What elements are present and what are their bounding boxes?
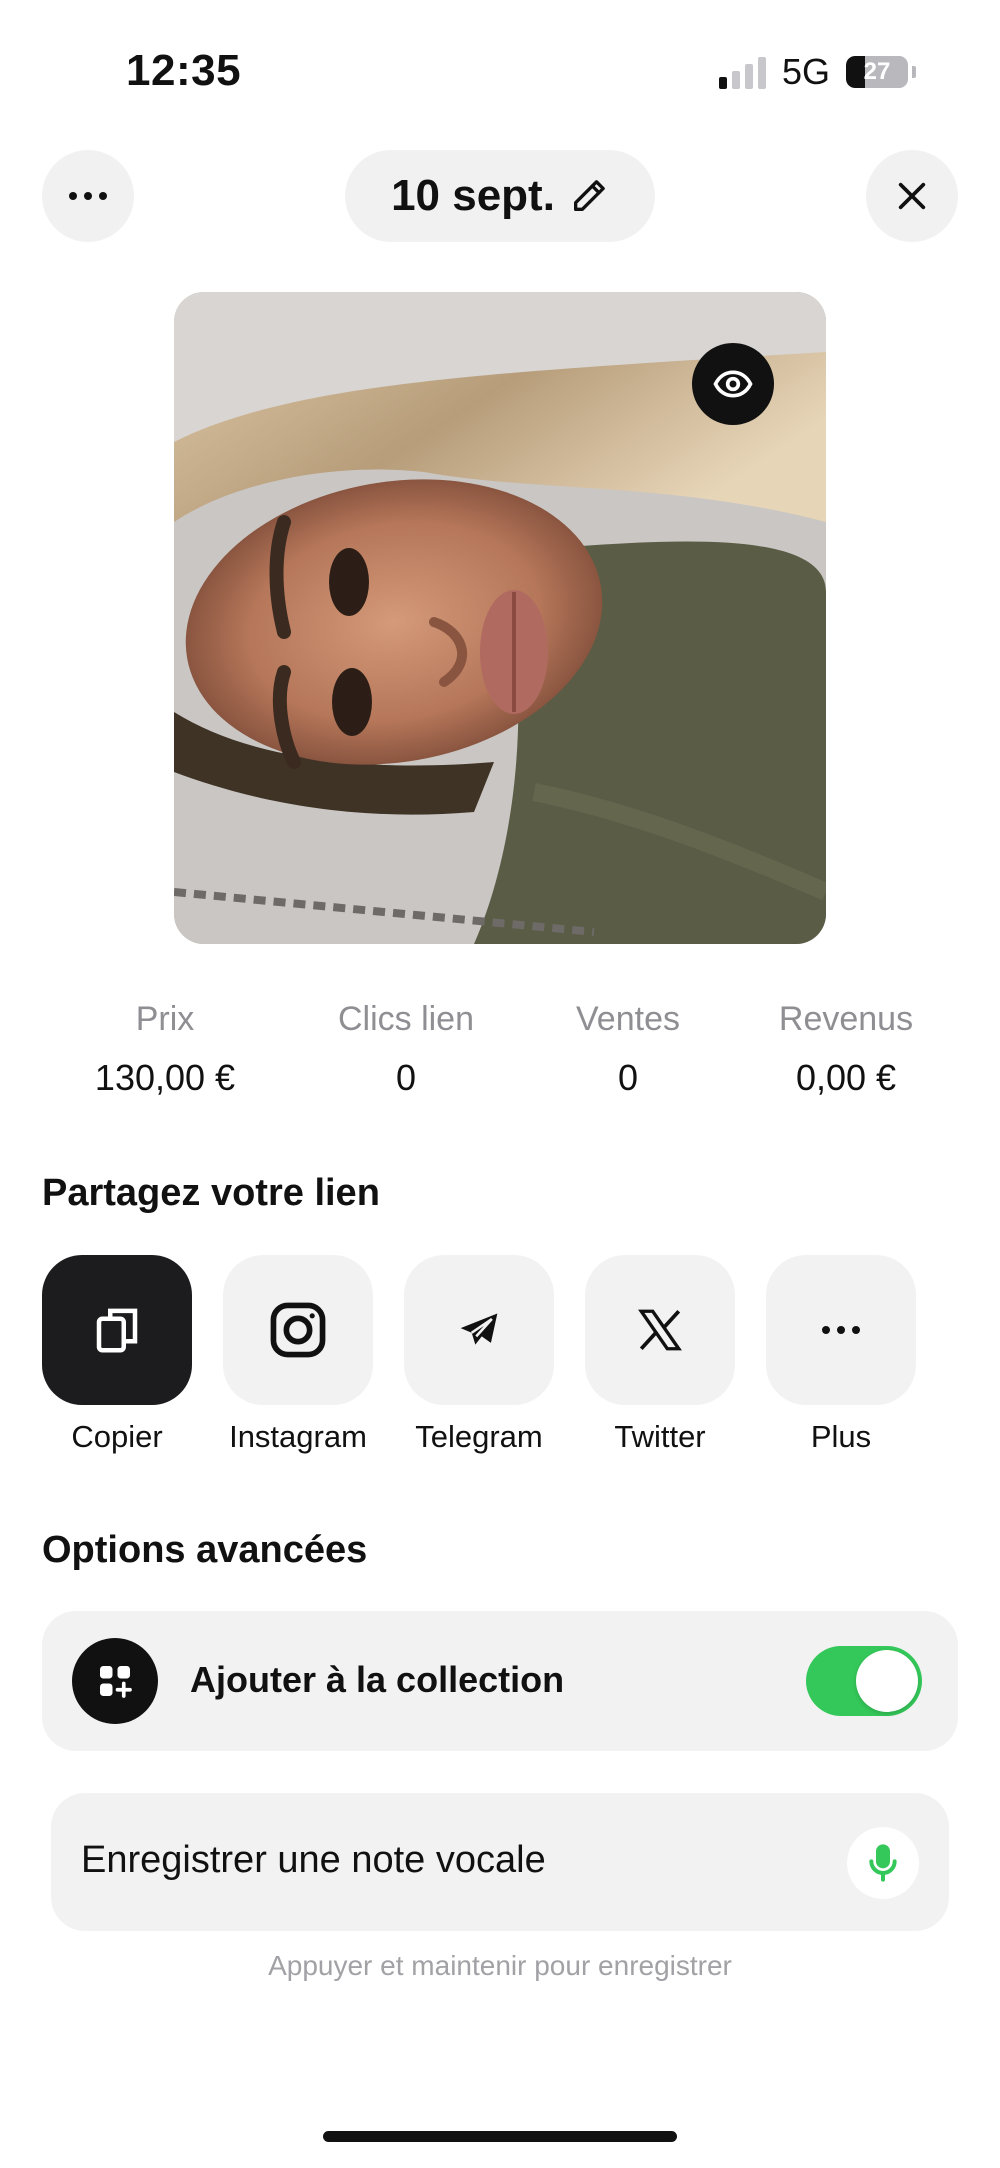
- microphone-icon: [869, 1844, 897, 1882]
- network-type: 5G: [781, 51, 830, 92]
- share-label: Instagram: [229, 1419, 367, 1454]
- add-to-collection-row[interactable]: Ajouter à la collection: [42, 1611, 958, 1751]
- stat-value: 130,00 €: [94, 1057, 236, 1098]
- copy-icon: [96, 1308, 138, 1353]
- share-section-title: Partagez votre lien: [42, 1172, 380, 1214]
- share-label: Telegram: [415, 1419, 543, 1454]
- voice-note-hint: Appuyer et maintenir pour enregistrer: [268, 1950, 732, 1981]
- stat-value: 0,00 €: [795, 1057, 897, 1098]
- share-label: Twitter: [614, 1419, 706, 1454]
- stat-label: Clics lien: [337, 1000, 475, 1038]
- stat-sales: Ventes 0: [518, 1000, 738, 1099]
- screen: 12:35 5G 27 10 sept. Prix 130,00 € Clics…: [0, 0, 1000, 2168]
- more-options-button[interactable]: [42, 150, 134, 242]
- toggle-knob: [856, 1650, 918, 1712]
- battery-level: 27: [863, 58, 891, 85]
- stat-value: 0: [395, 1057, 417, 1098]
- ellipsis-icon: [69, 192, 107, 200]
- share-twitter-button[interactable]: Twitter: [585, 1255, 735, 1455]
- share-instagram-button[interactable]: Instagram: [223, 1255, 373, 1455]
- collection-add-icon: [72, 1638, 158, 1724]
- collection-toggle[interactable]: [806, 1646, 922, 1716]
- instagram-icon: [270, 1302, 326, 1358]
- share-copy-button[interactable]: Copier: [42, 1255, 192, 1455]
- stat-link-clicks: Clics lien 0: [296, 1000, 516, 1099]
- more-icon: [822, 1326, 860, 1334]
- stat-label: Prix: [135, 1000, 195, 1038]
- pencil-icon: [573, 180, 605, 211]
- stat-label: Revenus: [778, 1000, 914, 1038]
- close-button[interactable]: [866, 150, 958, 242]
- share-telegram-button[interactable]: Telegram: [404, 1255, 554, 1455]
- share-label: Copier: [71, 1419, 163, 1454]
- advanced-options-title: Options avancées: [42, 1529, 368, 1571]
- preview-visibility-button[interactable]: [692, 343, 774, 425]
- record-button[interactable]: [847, 1827, 919, 1899]
- home-indicator[interactable]: [323, 2131, 677, 2142]
- stat-price: Prix 130,00 €: [55, 1000, 275, 1099]
- voice-note-label: Enregistrer une note vocale: [81, 1839, 546, 1881]
- stat-label: Ventes: [576, 1000, 680, 1038]
- share-options: Copier Instagram Telegram Twitter Plus: [0, 1255, 1000, 1455]
- eye-icon: [713, 370, 753, 398]
- close-icon: [898, 182, 926, 210]
- telegram-icon: [460, 1313, 498, 1345]
- status-indicators: 5G 27: [718, 51, 916, 92]
- stats-row: Prix 130,00 € Clics lien 0 Ventes 0 Reve…: [0, 1000, 1000, 1100]
- date-label: 10 sept.: [391, 171, 555, 220]
- cellular-signal-icon: [718, 55, 766, 89]
- collection-label: Ajouter à la collection: [190, 1659, 565, 1700]
- battery-icon: 27: [846, 56, 908, 88]
- share-label: Plus: [810, 1419, 872, 1454]
- date-edit-button[interactable]: 10 sept.: [345, 150, 655, 242]
- stat-value: 0: [617, 1057, 639, 1098]
- voice-note-recorder[interactable]: Enregistrer une note vocale: [51, 1793, 949, 1931]
- stat-revenue: Revenus 0,00 €: [736, 1000, 956, 1099]
- x-twitter-icon: [638, 1309, 682, 1351]
- status-time: 12:35: [126, 46, 242, 95]
- share-more-button[interactable]: Plus: [766, 1255, 916, 1455]
